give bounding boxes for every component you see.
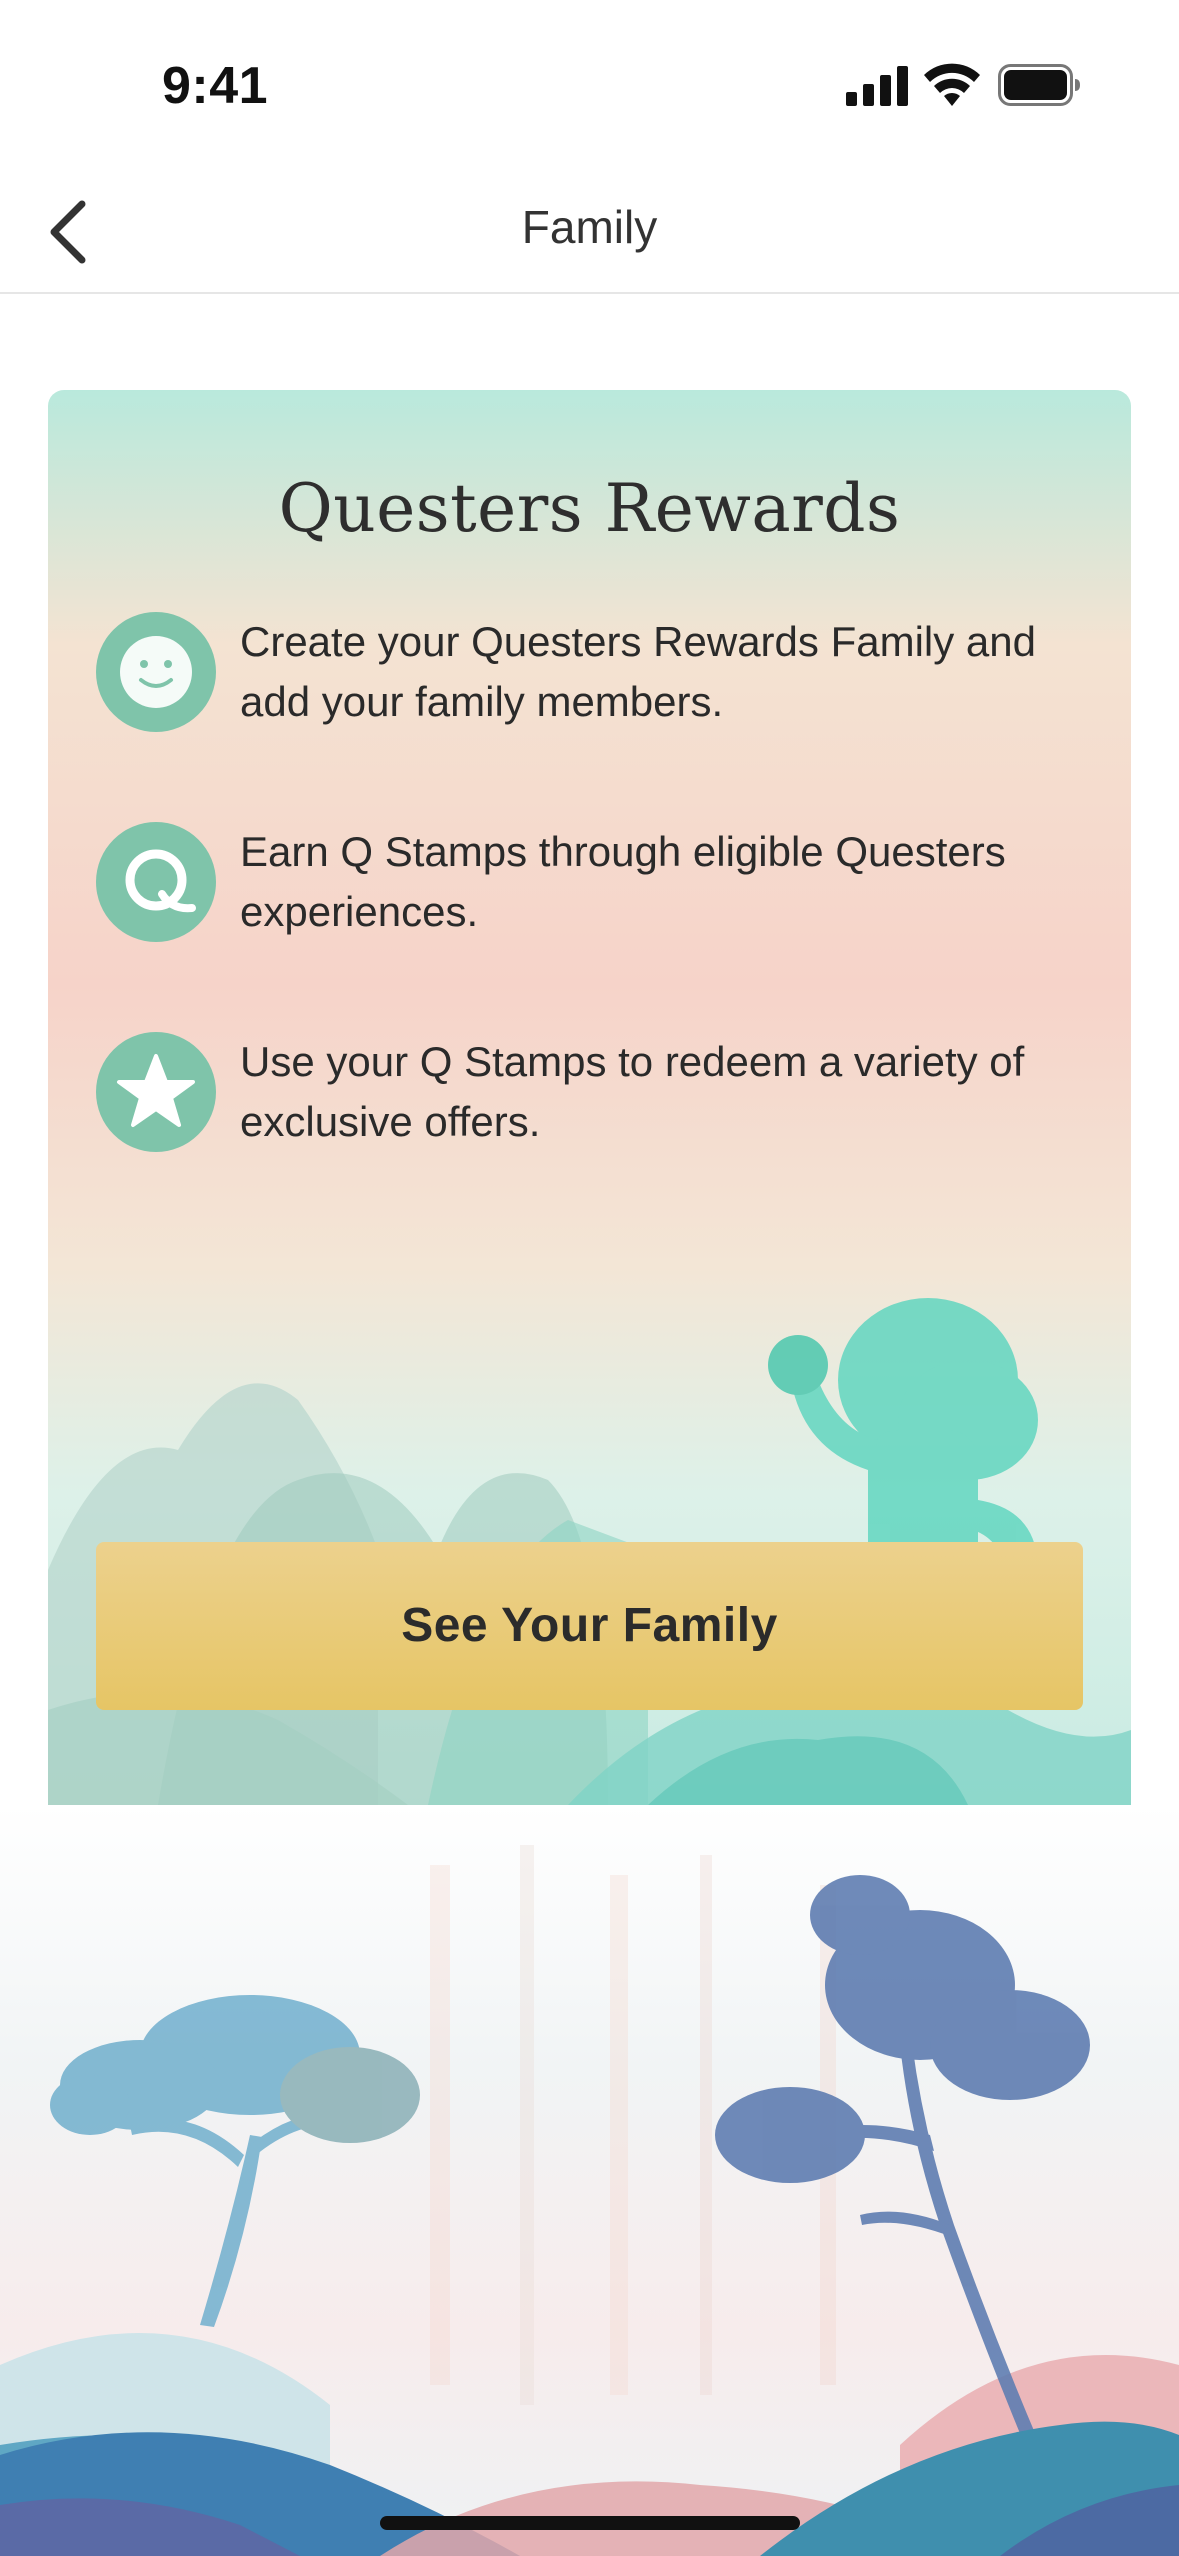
landscape-illustration [0, 1805, 1179, 2556]
home-indicator[interactable] [380, 2516, 800, 2530]
wifi-icon [924, 63, 980, 106]
reward-step-text: Create your Questers Rewards Family and … [240, 618, 1036, 725]
card-title: Questers Rewards [278, 470, 901, 547]
battery-icon [998, 64, 1080, 106]
see-your-family-button[interactable]: See Your Family [96, 1542, 1083, 1710]
cellular-signal-icon [846, 66, 908, 106]
questers-rewards-card: Questers Rewards Create your Questers Re… [48, 390, 1131, 1805]
star-icon [96, 1032, 216, 1152]
reward-step-text: Use your Q Stamps to redeem a variety of… [240, 1038, 1025, 1145]
q-stamp-icon [96, 822, 216, 942]
reward-step-text: Earn Q Stamps through eligible Questers … [240, 828, 1006, 935]
reward-step-earn-stamps: Earn Q Stamps through eligible Questers … [96, 822, 1106, 952]
reward-step-redeem-offers: Use your Q Stamps to redeem a variety of… [96, 1032, 1106, 1162]
see-your-family-label: See Your Family [401, 1599, 778, 1652]
smiley-icon [96, 612, 216, 732]
navigation-bar: Family [0, 170, 1179, 294]
status-time: 9:41 [162, 57, 269, 115]
status-bar: 9:41 [0, 0, 1179, 170]
reward-step-create-family: Create your Questers Rewards Family and … [96, 612, 1106, 742]
page-title: Family [521, 201, 658, 253]
